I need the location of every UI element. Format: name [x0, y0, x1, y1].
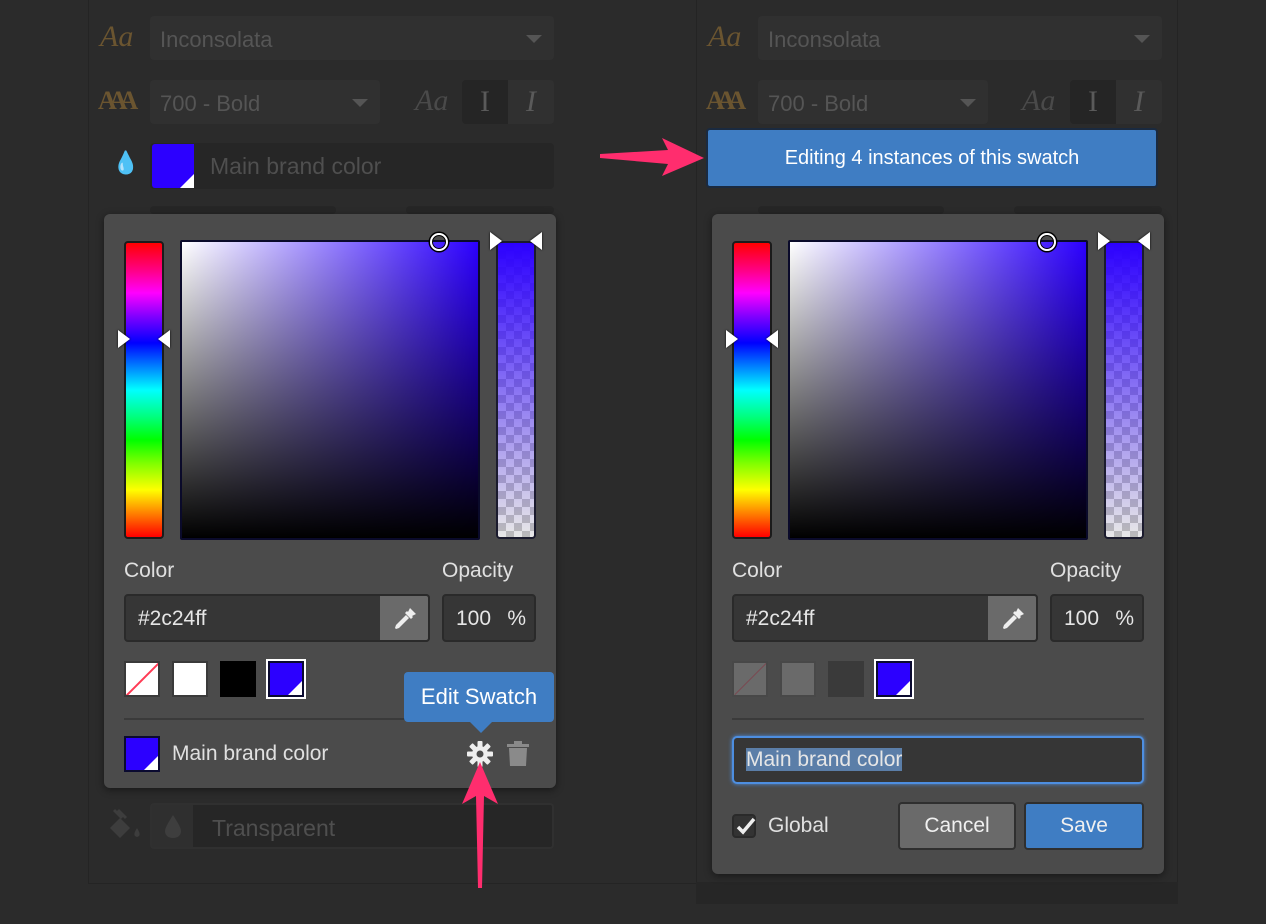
style-normal-button[interactable]: I [1070, 80, 1116, 124]
hue-handle[interactable] [726, 330, 738, 348]
hue-slider[interactable] [732, 241, 772, 539]
opacity-handle[interactable] [1098, 232, 1110, 250]
swatch-white [780, 661, 816, 697]
eyedropper-icon [1003, 608, 1024, 629]
font-weight-value: 700 - Bold [160, 91, 261, 116]
color-label: Color [124, 559, 175, 582]
chevron-down-icon [1134, 35, 1150, 43]
save-button[interactable]: Save [1024, 802, 1144, 850]
opacity-input[interactable]: 100 % [1050, 594, 1144, 642]
style-italic-button[interactable]: I [508, 80, 554, 124]
hex-value: #2c24ff [746, 607, 815, 630]
swatch-none[interactable] [124, 661, 160, 697]
annotation-arrow-right-icon [600, 138, 704, 176]
swatch-none [732, 661, 768, 697]
global-label: Global [768, 814, 829, 837]
hidden-control [758, 206, 944, 214]
hidden-control [1014, 206, 1162, 214]
panel-footer [696, 882, 1178, 904]
selected-swatch-name: Main brand color [172, 742, 329, 765]
text-color-value: Main brand color [210, 153, 382, 179]
swatch-white[interactable] [172, 661, 208, 697]
opacity-label: Opacity [1050, 559, 1122, 582]
swatch-black[interactable] [220, 661, 256, 697]
style-italic-button[interactable]: I [1116, 80, 1162, 124]
color-picker-popover: Color Opacity #2c24ff 100 % Main brand c… [104, 214, 556, 788]
divider [732, 718, 1144, 720]
opacity-slider[interactable] [1104, 241, 1144, 539]
font-weight-icon: AAA [706, 86, 746, 115]
swatch-name-input[interactable]: Main brand color [732, 736, 1144, 784]
opacity-handle[interactable] [530, 232, 542, 250]
font-weight-select[interactable]: 700 - Bold [150, 80, 380, 124]
trash-icon[interactable] [506, 740, 530, 768]
editing-instances-banner: Editing 4 instances of this swatch [706, 128, 1158, 188]
opacity-unit: % [1115, 607, 1134, 630]
text-case-icon[interactable]: Aa [1022, 84, 1055, 118]
eyedropper-button[interactable] [380, 594, 430, 642]
screenshot-stage: Aa Inconsolata AAA 700 - Bold Aa I I 💧 M… [0, 0, 1266, 924]
color-cursor-handle[interactable] [430, 233, 448, 251]
cancel-button[interactable]: Cancel [898, 802, 1016, 850]
font-weight-value: 700 - Bold [768, 91, 869, 116]
swatch-main-brand[interactable] [874, 659, 914, 699]
text-case-icon[interactable]: Aa [415, 84, 448, 118]
text-color-swatch[interactable] [152, 144, 194, 188]
font-family-icon: Aa [100, 20, 134, 53]
hidden-control [150, 206, 336, 214]
font-family-select[interactable]: Inconsolata [758, 16, 1162, 60]
eyedropper-icon [395, 608, 416, 629]
drop-icon [165, 815, 181, 838]
chevron-down-icon [526, 35, 542, 43]
selected-swatch-preview [124, 736, 160, 772]
eyedropper-button[interactable] [988, 594, 1038, 642]
text-color-field[interactable]: Main brand color [150, 143, 554, 189]
text-color-icon: 💧 [112, 150, 140, 175]
opacity-handle[interactable] [1138, 232, 1150, 250]
style-normal-button[interactable]: I [462, 80, 508, 124]
opacity-handle[interactable] [490, 232, 502, 250]
fill-color-value: Transparent [212, 815, 336, 841]
swatch-main-brand[interactable] [266, 659, 306, 699]
hidden-control [406, 206, 554, 214]
chevron-down-icon [352, 99, 368, 107]
hue-handle[interactable] [766, 330, 778, 348]
font-family-select[interactable]: Inconsolata [150, 16, 554, 60]
hue-handle[interactable] [118, 330, 130, 348]
saturation-brightness-area[interactable] [180, 240, 480, 540]
swatch-name-selected-text: Main brand color [746, 748, 903, 771]
font-weight-icon: AAA [98, 86, 138, 115]
opacity-input[interactable]: 100 % [442, 594, 536, 642]
fill-swatch[interactable] [152, 805, 194, 847]
font-family-icon: Aa [708, 20, 742, 53]
color-picker-popover-editing: Color Opacity #2c24ff 100 % Main brand c… [712, 214, 1164, 874]
paint-bucket-icon [110, 808, 140, 838]
font-weight-select[interactable]: 700 - Bold [758, 80, 988, 124]
opacity-value: 100 [1064, 607, 1100, 630]
font-family-value: Inconsolata [768, 27, 881, 52]
hex-value: #2c24ff [138, 607, 207, 630]
font-family-value: Inconsolata [160, 27, 273, 52]
opacity-value: 100 [456, 607, 492, 630]
color-label: Color [732, 559, 783, 582]
edit-swatch-tooltip: Edit Swatch [404, 672, 554, 733]
checkmark-icon [736, 817, 756, 835]
global-checkbox[interactable] [732, 814, 756, 838]
annotation-arrow-up-icon [462, 762, 498, 888]
opacity-unit: % [507, 607, 526, 630]
opacity-slider[interactable] [496, 241, 536, 539]
color-cursor-handle[interactable] [1038, 233, 1056, 251]
opacity-label: Opacity [442, 559, 514, 582]
hue-slider[interactable] [124, 241, 164, 539]
chevron-down-icon [960, 99, 976, 107]
saturation-brightness-area[interactable] [788, 240, 1088, 540]
swatch-black [828, 661, 864, 697]
hue-handle[interactable] [158, 330, 170, 348]
